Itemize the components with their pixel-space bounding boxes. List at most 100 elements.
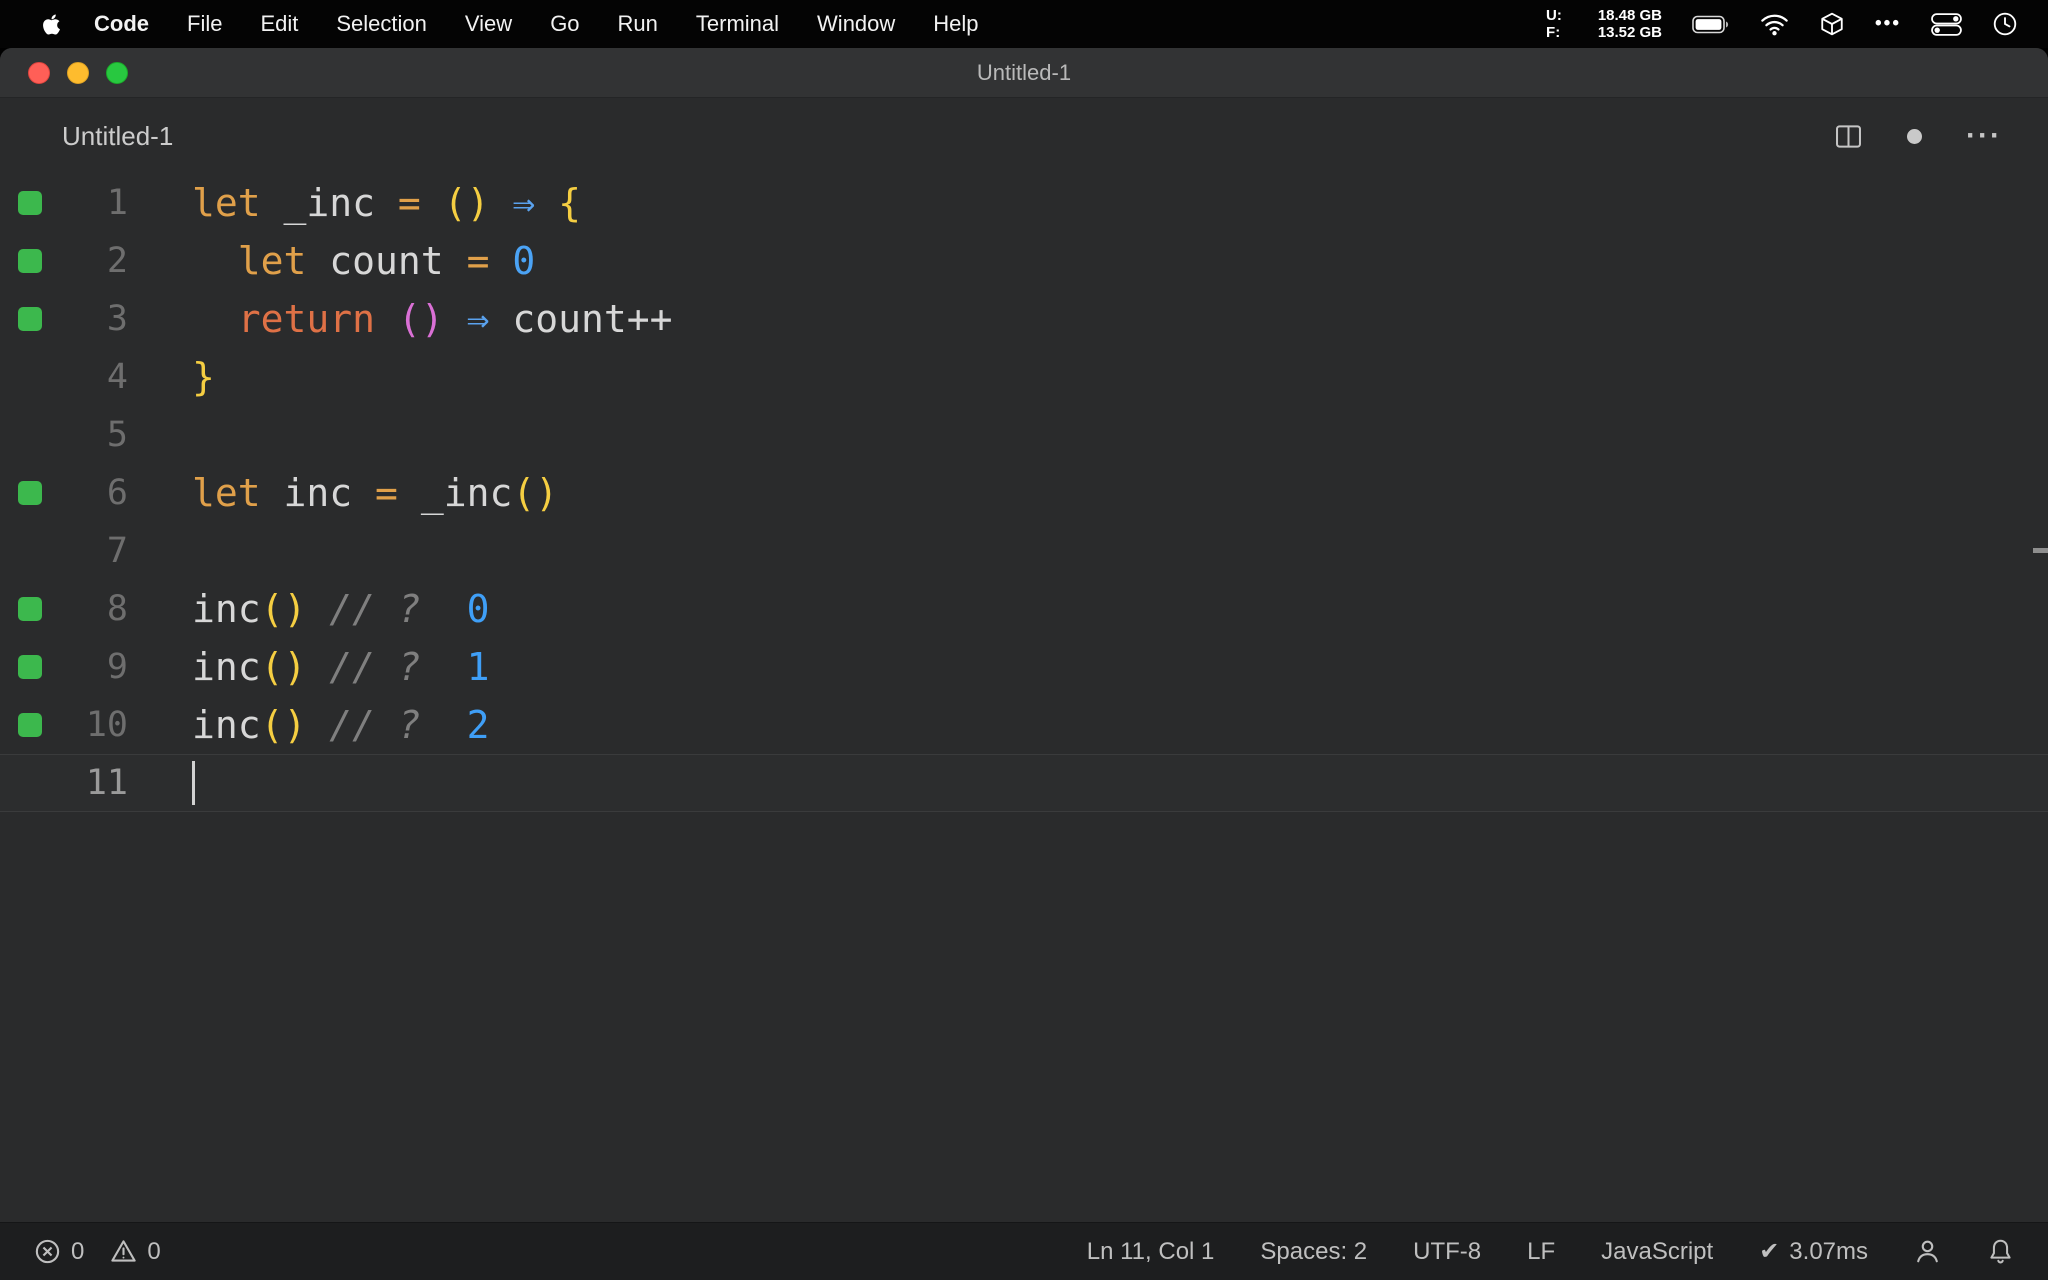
code-line[interactable]: 2 let count = 0 <box>0 232 2048 290</box>
menu-item-help[interactable]: Help <box>914 11 997 37</box>
code-token: ++ <box>626 297 673 341</box>
coverage-indicator <box>18 655 42 679</box>
menubar-ellipsis[interactable]: ••• <box>1875 13 1901 35</box>
split-editor-icon[interactable] <box>1834 123 1863 150</box>
menu-item-terminal[interactable]: Terminal <box>677 11 798 37</box>
code-line[interactable]: 7 <box>0 522 2048 580</box>
perf-time[interactable]: ✔ 3.07ms <box>1759 1237 1868 1266</box>
check-icon: ✔ <box>1759 1238 1780 1265</box>
line-number[interactable]: 9 <box>48 647 128 687</box>
code-line[interactable]: 11 <box>0 754 2048 812</box>
menu-item-selection[interactable]: Selection <box>317 11 446 37</box>
zoom-button[interactable] <box>106 61 128 84</box>
memory-readout[interactable]: U: 18.48 GB F: 13.52 GB <box>1546 7 1662 41</box>
cube-menu-extra[interactable] <box>1819 11 1845 37</box>
code-line[interactable]: 6 let inc = _inc() <box>0 464 2048 522</box>
titlebar[interactable]: Untitled-1 <box>0 48 2048 98</box>
code-line[interactable]: 9 inc() // ? 1 <box>0 638 2048 696</box>
code-token: // ? <box>329 645 421 689</box>
code-line[interactable]: 4} <box>0 348 2048 406</box>
coverage-indicator <box>18 481 42 505</box>
line-number[interactable]: 11 <box>48 763 128 803</box>
modified-indicator-dot[interactable] <box>1907 128 1923 144</box>
eol-sequence[interactable]: LF <box>1527 1238 1555 1266</box>
coverage-gutter <box>0 191 48 215</box>
control-center[interactable] <box>1931 12 1962 36</box>
cursor-position[interactable]: Ln 11, Col 1 <box>1087 1238 1215 1266</box>
line-number[interactable]: 8 <box>48 589 128 629</box>
menu-item-window[interactable]: Window <box>798 11 914 37</box>
line-number[interactable]: 2 <box>48 241 128 281</box>
apple-menu[interactable] <box>30 13 75 36</box>
code-area[interactable]: 1 let _inc = () ⇒ { 2 let count = 03 retur… <box>0 174 2048 812</box>
coverage-indicator <box>18 713 42 737</box>
code-token: let <box>192 471 261 515</box>
menu-item-run[interactable]: Run <box>599 11 677 37</box>
code-line[interactable]: 1 let _inc = () ⇒ { <box>0 174 2048 232</box>
feedback-item[interactable] <box>1914 1238 1941 1265</box>
line-number[interactable]: 3 <box>48 299 128 339</box>
code-line[interactable]: 10 inc() // ? 2 <box>0 696 2048 754</box>
notifications-item[interactable] <box>1987 1238 2014 1265</box>
code-line[interactable]: 5 <box>0 406 2048 464</box>
battery-status[interactable] <box>1692 15 1730 34</box>
tab-untitled-1[interactable]: Untitled-1 <box>62 121 173 152</box>
indentation[interactable]: Spaces: 2 <box>1260 1238 1367 1266</box>
code-line[interactable]: 3 return () ⇒ count++ <box>0 290 2048 348</box>
clock-menu-extra[interactable] <box>1992 11 2018 37</box>
more-actions-icon[interactable]: ··· <box>1966 121 2002 151</box>
code-token: inc <box>192 645 261 689</box>
menubar: Code File Edit Selection View Go Run Ter… <box>0 0 2048 48</box>
code-line[interactable]: 8 inc() // ? 0 <box>0 580 2048 638</box>
coverage-gutter <box>0 481 48 505</box>
line-number[interactable]: 6 <box>48 473 128 513</box>
code-token: count <box>306 239 467 283</box>
menu-item-edit[interactable]: Edit <box>241 11 317 37</box>
close-button[interactable] <box>28 61 50 84</box>
code-text <box>192 761 195 805</box>
code-token: // ? <box>329 587 421 631</box>
code-token: 1 <box>466 645 490 689</box>
language-mode[interactable]: JavaScript <box>1601 1238 1713 1266</box>
code-token: () <box>397 297 444 341</box>
code-text: inc() // ? 0 <box>192 590 489 628</box>
menu-item-view[interactable]: View <box>446 11 531 37</box>
encoding[interactable]: UTF-8 <box>1413 1238 1481 1266</box>
line-number[interactable]: 4 <box>48 357 128 397</box>
line-number[interactable]: 10 <box>48 705 128 745</box>
line-number[interactable]: 1 <box>48 183 128 223</box>
coverage-gutter <box>0 249 48 273</box>
overview-ruler-mark <box>2033 548 2048 553</box>
menu-item-file[interactable]: File <box>168 11 241 37</box>
code-text: let _inc = () ⇒ { <box>192 184 581 222</box>
code-token: () <box>443 181 490 225</box>
traffic-lights <box>28 48 128 97</box>
text-cursor <box>192 761 195 805</box>
line-number[interactable]: 7 <box>48 531 128 571</box>
problems-warnings[interactable]: 0 <box>110 1237 161 1266</box>
code-token: let <box>237 239 307 283</box>
menu-item-code[interactable]: Code <box>75 11 168 37</box>
minimize-button[interactable] <box>67 61 89 84</box>
problems-errors[interactable]: 0 <box>34 1238 84 1266</box>
code-token: = <box>466 239 490 283</box>
coverage-gutter <box>0 713 48 737</box>
coverage-indicator <box>18 307 42 331</box>
menu-item-go[interactable]: Go <box>531 11 598 37</box>
coverage-indicator <box>18 597 42 621</box>
perf-time-value: 3.07ms <box>1789 1237 1868 1265</box>
apple-icon <box>43 13 60 35</box>
feedback-icon <box>1917 1240 1938 1263</box>
wifi-status[interactable] <box>1760 13 1789 36</box>
warnings-count: 0 <box>147 1237 161 1265</box>
line-number[interactable]: 5 <box>48 415 128 455</box>
code-token: inc <box>192 587 261 631</box>
